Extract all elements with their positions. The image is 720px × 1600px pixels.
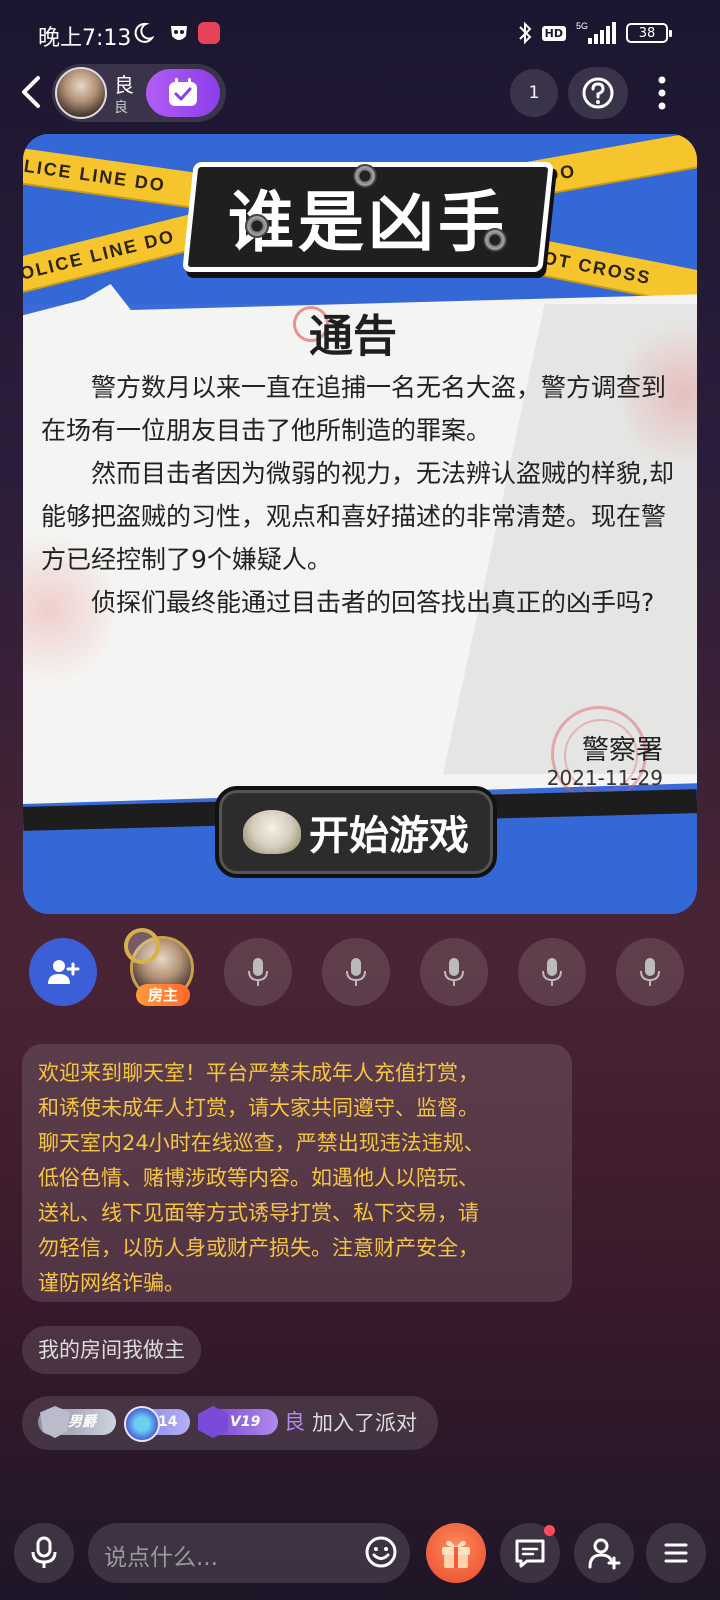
mic-icon [444,958,464,986]
online-count[interactable]: 1 [510,69,558,117]
system-message: 欢迎来到聊天室！平台严禁未成年人充值打赏， 和诱使未成年人打赏，请大家共同遵守、… [22,1044,572,1302]
system-message-line: 谨防网络诈骗。 [38,1271,185,1295]
menu-icon [664,1543,688,1563]
battery-level: 38 [638,25,656,41]
room-rule-message: 我的房间我做主 [22,1326,201,1374]
hd-badge: HD [541,25,566,41]
mic-toggle-button[interactable] [14,1523,74,1583]
vip-badge: V19 [198,1409,278,1435]
bullet-hole [245,214,269,238]
join-message: 男爵 14 V19 良 加入了派对 [22,1396,438,1450]
checkin-button[interactable] [146,69,220,117]
messages-button[interactable] [500,1523,560,1583]
message-icon [515,1539,545,1568]
chat-input-placeholder: 说点什么... [104,1545,218,1571]
bluetooth-icon [518,21,532,45]
bullet-hole [353,164,377,188]
magnifier-icon [124,928,160,964]
host-seat[interactable]: 房主 [124,928,198,1006]
empty-mic-seat[interactable] [420,938,488,1006]
add-user-icon [48,960,80,984]
checkin-icon [169,78,197,106]
add-friend-button[interactable] [574,1523,634,1583]
invite-seat-button[interactable] [29,938,97,1006]
noble-badge: 男爵 [38,1409,116,1435]
empty-mic-seat[interactable] [616,938,684,1006]
mic-icon [346,958,366,986]
empty-mic-seat[interactable] [518,938,586,1006]
mic-icon [640,958,660,986]
system-message-line: 低俗色情、赌博涉政等内容。如遇他人以陪玩、 [38,1166,479,1190]
system-message-line: 和诱使未成年人打赏，请大家共同遵守、监督。 [38,1096,479,1120]
system-message-line: 勿轻信，以防人身或财产损失。注意财产安全， [38,1236,479,1260]
host-badge: 房主 [136,984,190,1006]
system-message-line: 聊天室内24小时在线巡查，严禁出现违法违规、 [38,1131,485,1155]
notice-title: 通告 [309,311,397,362]
add-friend-icon [588,1538,621,1570]
join-username[interactable]: 良 [284,1406,305,1436]
chat-input[interactable]: 说点什么... [88,1523,410,1583]
more-icon[interactable] [648,72,676,114]
gift-button[interactable] [426,1523,486,1583]
notice-paragraph: 侦探们最终能通过目击者的回答找出真正的凶手吗? [91,588,655,617]
battery-icon: 38 [626,23,672,43]
game-card: POLICE LINE DO POLICE LINE DO POLICE LIN… [23,134,697,914]
room-header: 良 良 1 [0,62,720,124]
police-cap-icon [243,810,301,854]
system-message-line: 送礼、线下见面等方式诱导打赏、私下交易，请 [38,1201,479,1225]
system-message-line: 欢迎来到聊天室！平台严禁未成年人充值打赏， [38,1061,479,1085]
start-game-button[interactable]: 开始游戏 [215,786,497,878]
notice-paragraph: 警方数月以来一直在追捕一名无名大盗，警方调查到在场有一位朋友目击了他所制造的罪案… [41,373,667,445]
join-text: 加入了派对 [312,1411,417,1435]
room-avatar[interactable] [55,67,107,119]
mic-icon [542,958,562,986]
signal-icon: 5G [576,21,616,44]
moon-icon [134,22,154,43]
empty-mic-seat[interactable] [322,938,390,1006]
status-time: 晚上7:13 [38,26,132,51]
back-icon[interactable] [14,72,50,112]
notice-body: 警方数月以来一直在追捕一名无名大盗，警方调查到在场有一位朋友目击了他所制造的罪案… [41,366,681,624]
notice-paragraph: 然而目击者因为微弱的视力，无法辨认盗贼的样貌,却能够把盗贼的习性，观点和喜好描述… [41,459,674,574]
help-button[interactable] [568,67,628,119]
room-name: 良 [114,73,134,97]
help-icon [582,77,614,109]
mic-icon [31,1536,57,1568]
network-label: 5G [576,21,588,31]
mic-icon [248,958,268,986]
menu-button[interactable] [646,1523,706,1583]
bottom-bar: 说点什么... [0,1520,720,1590]
bullet-hole [483,228,507,252]
emoji-icon[interactable] [364,1535,398,1569]
room-id: 良 [114,100,128,116]
notice-date: 2021-11-29 [546,766,663,790]
empty-mic-seat[interactable] [224,938,292,1006]
level-badge: 14 [124,1406,190,1442]
app-icon [198,22,220,44]
notice-signer: 警察署 [582,735,663,766]
room-info-pill[interactable]: 良 良 [52,64,226,122]
gift-icon [442,1540,470,1568]
mask-app-icon [171,26,187,40]
status-bar: 晚上7:13 HD 5G 38 [0,0,720,70]
unread-dot [544,1525,555,1536]
